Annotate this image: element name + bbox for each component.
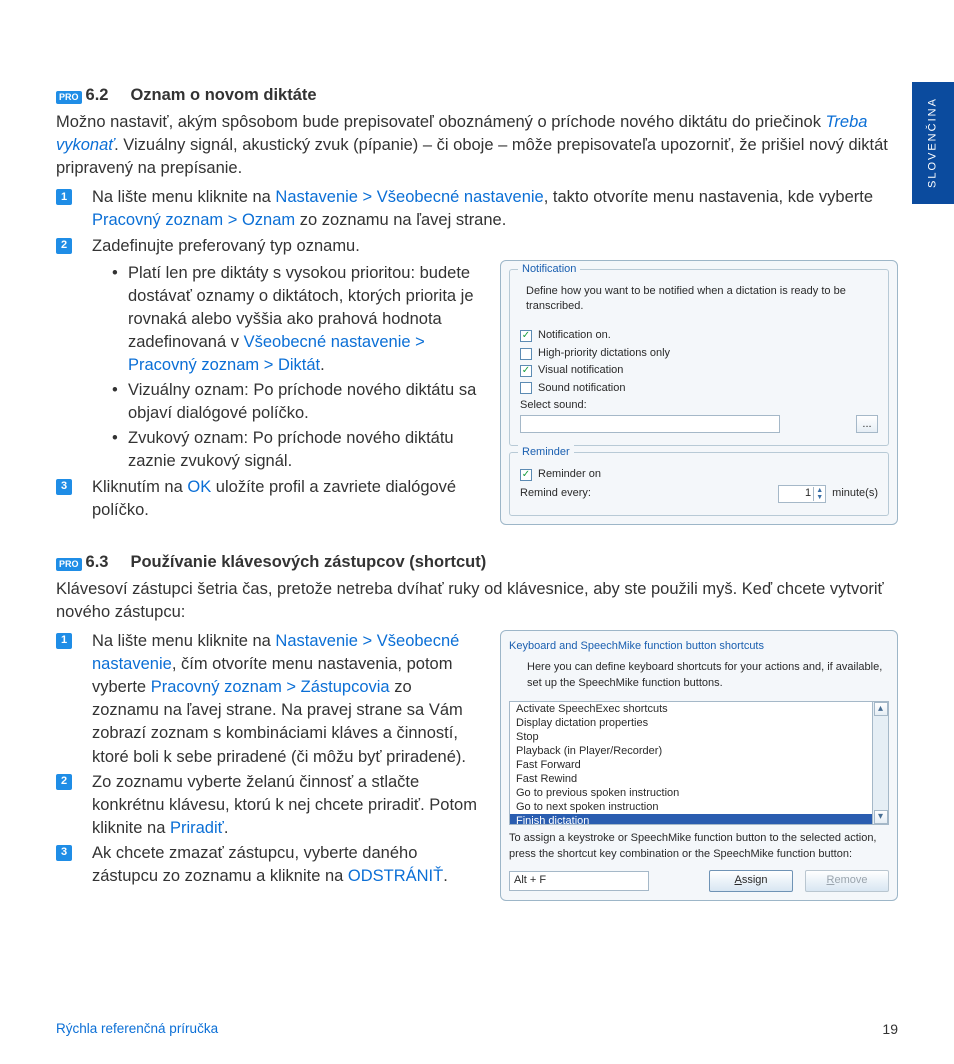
page-footer: Rýchla referenčná príručka 19 bbox=[56, 1020, 898, 1040]
scroll-down-icon[interactable]: ▾ bbox=[874, 810, 888, 824]
label-minutes: minute(s) bbox=[832, 486, 878, 501]
shortcuts-panel-desc: Here you can define keyboard shortcuts f… bbox=[527, 660, 889, 691]
label-visual: Visual notification bbox=[538, 363, 623, 378]
section-6-2-body: Platí len pre diktáty s vysokou priorito… bbox=[56, 260, 898, 525]
section-6-2-intro: Možno nastaviť, akým spôsobom bude prepi… bbox=[56, 111, 898, 180]
input-sound-path[interactable] bbox=[520, 415, 780, 433]
section-6-3-heading: PRO 6.3 Používanie klávesových zástupcov… bbox=[56, 551, 898, 578]
checkbox-notification-on[interactable] bbox=[520, 330, 532, 342]
section-6-2-heading: PRO 6.2 Oznam o novom diktáte bbox=[56, 84, 898, 111]
list-item[interactable]: Go to previous spoken instruction bbox=[510, 786, 888, 800]
link-ok: OK bbox=[187, 478, 211, 496]
step-badge-3: 3 bbox=[56, 845, 72, 861]
assign-button[interactable]: Assign bbox=[709, 870, 793, 892]
list-item[interactable]: Fast Rewind bbox=[510, 772, 888, 786]
list-item[interactable]: Playback (in Player/Recorder) bbox=[510, 744, 888, 758]
list-item[interactable]: Go to next spoken instruction bbox=[510, 800, 888, 814]
label-sound: Sound notification bbox=[538, 381, 625, 396]
list-item-selected[interactable]: Finish dictation bbox=[510, 814, 888, 825]
checkbox-reminder-on[interactable] bbox=[520, 469, 532, 481]
checkbox-sound[interactable] bbox=[520, 382, 532, 394]
pro-badge-icon: PRO bbox=[56, 558, 82, 571]
checkbox-high-priority[interactable] bbox=[520, 348, 532, 360]
shortcuts-listbox[interactable]: Activate SpeechExec shortcuts Display di… bbox=[509, 701, 889, 825]
list-item[interactable]: Stop bbox=[510, 730, 888, 744]
section-6-3-intro: Klávesoví zástupci šetria čas, pretože n… bbox=[56, 578, 898, 624]
shortcuts-note: To assign a keystroke or SpeechMike func… bbox=[509, 831, 889, 862]
list-item[interactable]: Display dictation properties bbox=[510, 716, 888, 730]
step-badge-1: 1 bbox=[56, 633, 72, 649]
shortcuts-panel-title: Keyboard and SpeechMike function button … bbox=[509, 639, 889, 654]
section-number: 6.2 bbox=[86, 84, 109, 107]
link-pracovny-zastupcovia: Pracovný zoznam > Zástupcovia bbox=[151, 678, 390, 696]
page-number: 19 bbox=[882, 1020, 898, 1040]
label-reminder-on: Reminder on bbox=[538, 467, 601, 482]
notification-panel: Notification Define how you want to be n… bbox=[500, 260, 898, 525]
page-content: PRO 6.2 Oznam o novom diktáte Možno nast… bbox=[0, 0, 954, 941]
bullets-6-2: Platí len pre diktáty s vysokou priorito… bbox=[112, 262, 482, 474]
label-notification-on: Notification on. bbox=[538, 328, 611, 343]
link-odstranit: ODSTRÁNIŤ bbox=[348, 867, 443, 885]
step-badge-1: 1 bbox=[56, 189, 72, 205]
shortcut-key-input[interactable]: Alt + F bbox=[509, 871, 649, 891]
step-badge-2: 2 bbox=[56, 238, 72, 254]
steps-6-2: 1 Na lište menu kliknite na Nastavenie >… bbox=[82, 186, 898, 257]
remove-button[interactable]: Remove bbox=[805, 870, 889, 892]
pro-badge-icon: PRO bbox=[56, 91, 82, 104]
section-title: Oznam o novom diktáte bbox=[130, 84, 316, 107]
section-title: Používanie klávesových zástupcov (shortc… bbox=[130, 551, 486, 574]
checkbox-visual[interactable] bbox=[520, 365, 532, 377]
link-pracovny-zoznam-oznam: Pracovný zoznam > Oznam bbox=[92, 211, 295, 229]
spinner-icon[interactable]: ▲▼ bbox=[813, 487, 823, 501]
scroll-up-icon[interactable]: ▴ bbox=[874, 702, 888, 716]
link-priradit: Priradiť bbox=[170, 819, 224, 837]
group-notification-title: Notification bbox=[518, 262, 580, 277]
notification-description: Define how you want to be notified when … bbox=[526, 284, 878, 315]
footer-reference: Rýchla referenčná príručka bbox=[56, 1020, 218, 1040]
list-item[interactable]: Fast Forward bbox=[510, 758, 888, 772]
browse-sound-button[interactable]: ... bbox=[856, 415, 878, 433]
group-reminder-title: Reminder bbox=[518, 445, 574, 460]
shortcuts-panel: Keyboard and SpeechMike function button … bbox=[500, 630, 898, 901]
scrollbar[interactable]: ▴ ▾ bbox=[872, 702, 888, 824]
section-number: 6.3 bbox=[86, 551, 109, 574]
label-select-sound: Select sound: bbox=[520, 398, 587, 413]
label-remind-every: Remind every: bbox=[520, 486, 591, 501]
list-item[interactable]: Activate SpeechExec shortcuts bbox=[510, 702, 888, 716]
label-high-priority: High-priority dictations only bbox=[538, 346, 670, 361]
link-nastavenie: Nastavenie > Všeobecné nastavenie bbox=[275, 188, 543, 206]
section-6-3-body: 1 Na lište menu kliknite na Nastavenie >… bbox=[56, 630, 898, 901]
step-badge-2: 2 bbox=[56, 774, 72, 790]
step-badge-3: 3 bbox=[56, 479, 72, 495]
input-remind-minutes[interactable]: 1 ▲▼ bbox=[778, 485, 826, 503]
